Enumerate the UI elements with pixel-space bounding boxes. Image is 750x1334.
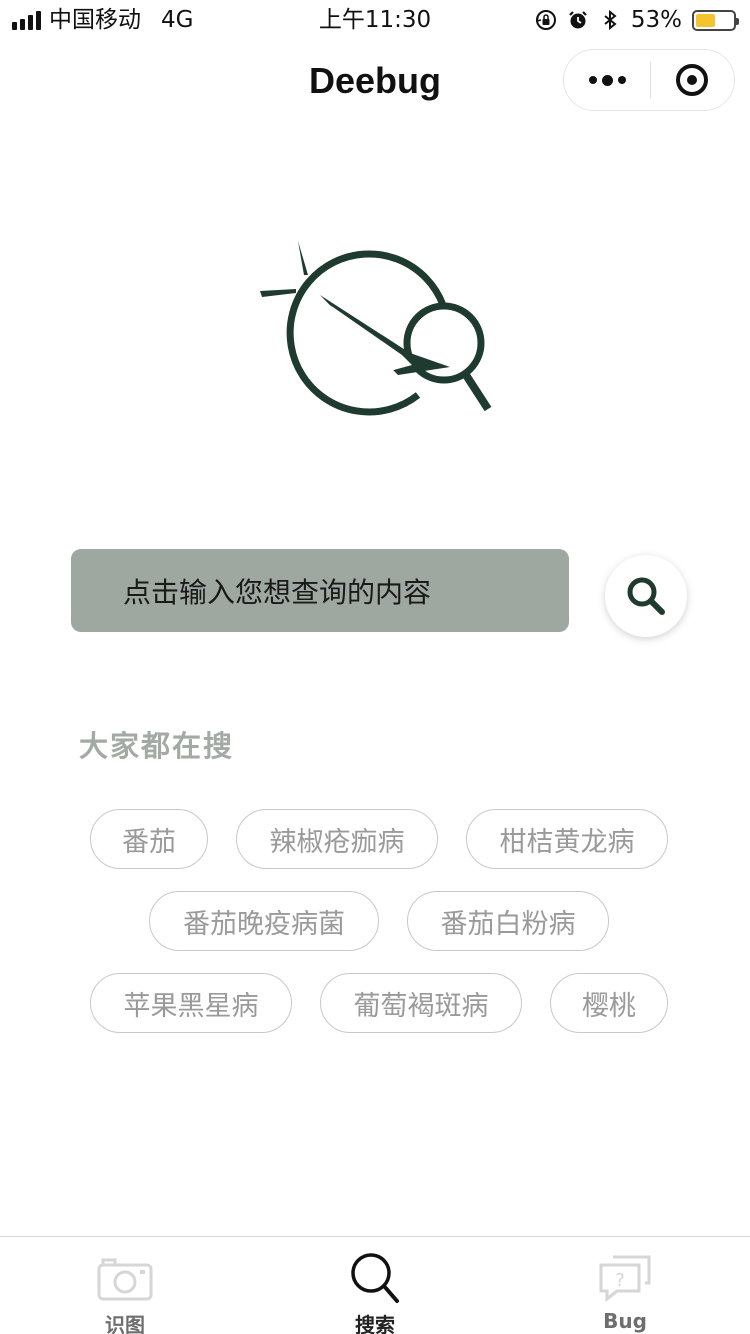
camera-icon bbox=[97, 1258, 153, 1301]
battery-level bbox=[696, 13, 715, 27]
hot-tag[interactable]: 番茄晚疫病菌 bbox=[149, 891, 379, 951]
hot-tag[interactable]: 番茄白粉病 bbox=[407, 891, 609, 951]
page: 中国移动 4G 上午11:30 53% Deebug 点击输入您想查询的内容 大… bbox=[0, 0, 750, 1334]
status-right: 53% bbox=[535, 6, 739, 34]
rotation-lock-icon bbox=[535, 10, 556, 30]
alarm-icon bbox=[569, 11, 587, 29]
capsule-divider bbox=[650, 62, 651, 98]
tab-label: 搜索 bbox=[355, 1313, 395, 1334]
hot-search-title: 大家都在搜 bbox=[79, 729, 235, 763]
tab-label: 识图 bbox=[105, 1313, 145, 1334]
hot-tag[interactable]: 番茄 bbox=[90, 809, 208, 869]
deebug-logo-icon bbox=[260, 241, 492, 416]
hot-tag[interactable]: 葡萄褐斑病 bbox=[320, 973, 522, 1033]
tab-bug[interactable]: ? Bug bbox=[500, 1237, 750, 1334]
battery-percent: 53% bbox=[630, 7, 682, 33]
hot-tag[interactable]: 柑桔黄龙病 bbox=[466, 809, 668, 869]
tab-bar: 识图 搜索 ? Bug bbox=[0, 1236, 750, 1334]
status-bar: 中国移动 4G 上午11:30 53% bbox=[0, 0, 750, 40]
tab-label: Bug bbox=[603, 1309, 647, 1333]
hot-tag[interactable]: 樱桃 bbox=[550, 973, 668, 1033]
tab-identify[interactable]: 识图 bbox=[0, 1237, 250, 1334]
mini-program-capsule bbox=[563, 49, 735, 111]
search-button[interactable] bbox=[605, 555, 687, 637]
hot-tag[interactable]: 辣椒疮痂病 bbox=[236, 809, 438, 869]
hot-tag[interactable]: 苹果黑星病 bbox=[90, 973, 292, 1033]
more-icon[interactable] bbox=[564, 50, 650, 110]
search-icon bbox=[627, 577, 665, 615]
search-icon bbox=[351, 1253, 399, 1303]
svg-text:?: ? bbox=[615, 1270, 625, 1291]
battery-icon bbox=[692, 9, 739, 31]
tab-search[interactable]: 搜索 bbox=[250, 1237, 500, 1334]
search-input[interactable]: 点击输入您想查询的内容 bbox=[71, 549, 569, 632]
question-chat-icon: ? bbox=[599, 1255, 651, 1303]
bluetooth-icon bbox=[604, 9, 617, 31]
close-target-icon[interactable] bbox=[676, 64, 708, 96]
